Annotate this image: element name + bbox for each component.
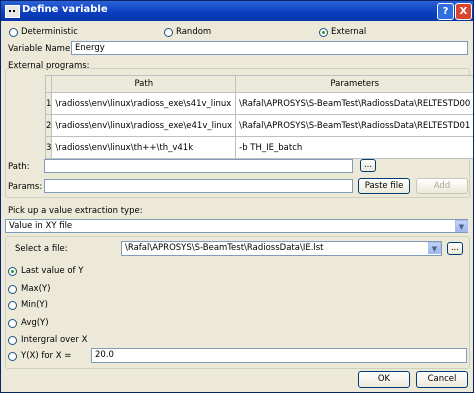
- table-header-row: Path Parameters: [44, 75, 473, 93]
- column-header-parameters[interactable]: Parameters: [235, 75, 473, 93]
- radio-external[interactable]: [319, 28, 328, 37]
- path-browse-button[interactable]: ...: [360, 159, 376, 172]
- x-value-input[interactable]: 20.0: [91, 348, 467, 363]
- cell-parameters[interactable]: \Rafal\APROSYS\S-BeamTest\RadiossData\RE…: [235, 114, 473, 137]
- path-label: Path:: [8, 162, 30, 172]
- file-browse-button[interactable]: ...: [447, 242, 463, 255]
- window-title: Define variable: [22, 4, 108, 15]
- cell-path[interactable]: \radioss\env\linux\radioss_exe\s41v_linu…: [51, 92, 237, 115]
- cancel-button[interactable]: Cancel: [416, 371, 468, 388]
- ok-button[interactable]: OK: [358, 371, 410, 388]
- chevron-down-icon[interactable]: ▼: [428, 242, 441, 254]
- define-variable-dialog: Define variable ? X Deterministic Random…: [0, 0, 474, 393]
- radio-random-label: Random: [176, 27, 212, 37]
- table-row[interactable]: 2 \radioss\env\linux\radioss_exe\e41v_li…: [44, 114, 473, 137]
- column-header-path[interactable]: Path: [51, 75, 237, 93]
- external-programs-table[interactable]: Path Parameters 1 \radioss\env\linux\rad…: [44, 75, 473, 159]
- path-input[interactable]: [44, 159, 353, 173]
- radio-integral[interactable]: [8, 336, 17, 345]
- select-file-label: Select a file:: [15, 244, 68, 254]
- extraction-type-select[interactable]: Value in XY file: [5, 219, 468, 233]
- radio-external-label: External: [331, 27, 367, 37]
- table-row[interactable]: 1 \radioss\env\linux\radioss_exe\s41v_li…: [44, 92, 473, 115]
- chevron-down-icon[interactable]: ▼: [455, 220, 468, 232]
- radio-max[interactable]: [8, 285, 17, 294]
- radio-min-label: Min(Y): [21, 300, 48, 310]
- radio-integral-label: Intergral over X: [21, 335, 88, 345]
- radio-deterministic[interactable]: [9, 28, 18, 37]
- file-select-combo[interactable]: \Rafal\APROSYS\S-BeamTest\RadiossData\IE…: [121, 241, 442, 256]
- cell-parameters[interactable]: -b TH_IE_batch: [235, 136, 473, 159]
- cell-path[interactable]: \radioss\env\linux\radioss_exe\e41v_linu…: [51, 114, 237, 137]
- window-icon: [5, 5, 20, 18]
- close-button[interactable]: X: [455, 3, 472, 20]
- title-bar[interactable]: Define variable ? X: [1, 1, 473, 21]
- cell-parameters[interactable]: \Rafal\APROSYS\S-BeamTest\RadiossData\RE…: [235, 92, 473, 115]
- radio-random[interactable]: [164, 28, 173, 37]
- radio-avg-label: Avg(Y): [21, 318, 49, 328]
- variable-name-input[interactable]: Energy: [71, 41, 468, 55]
- radio-y-of-x-label: Y(X) for X =: [21, 351, 72, 361]
- variable-name-label: Variable Name:: [8, 44, 74, 54]
- params-label: Params:: [8, 182, 43, 192]
- params-input[interactable]: [44, 179, 353, 193]
- radio-avg[interactable]: [8, 319, 17, 328]
- radio-min[interactable]: [8, 301, 17, 310]
- extraction-type-label: Pick up a value extraction type:: [8, 206, 143, 216]
- paste-file-button[interactable]: Paste file: [358, 178, 410, 194]
- add-button[interactable]: Add: [416, 178, 468, 194]
- radio-last-value-label: Last value of Y: [21, 266, 84, 276]
- table-row[interactable]: 3 \radioss\env\linux\th++\th_v41k -b TH_…: [44, 136, 473, 159]
- radio-deterministic-label: Deterministic: [21, 27, 78, 37]
- radio-last-value[interactable]: [8, 267, 17, 276]
- radio-max-label: Max(Y): [21, 284, 51, 294]
- radio-y-of-x[interactable]: [8, 352, 17, 361]
- cell-path[interactable]: \radioss\env\linux\th++\th_v41k: [51, 136, 237, 159]
- help-button[interactable]: ?: [437, 3, 454, 20]
